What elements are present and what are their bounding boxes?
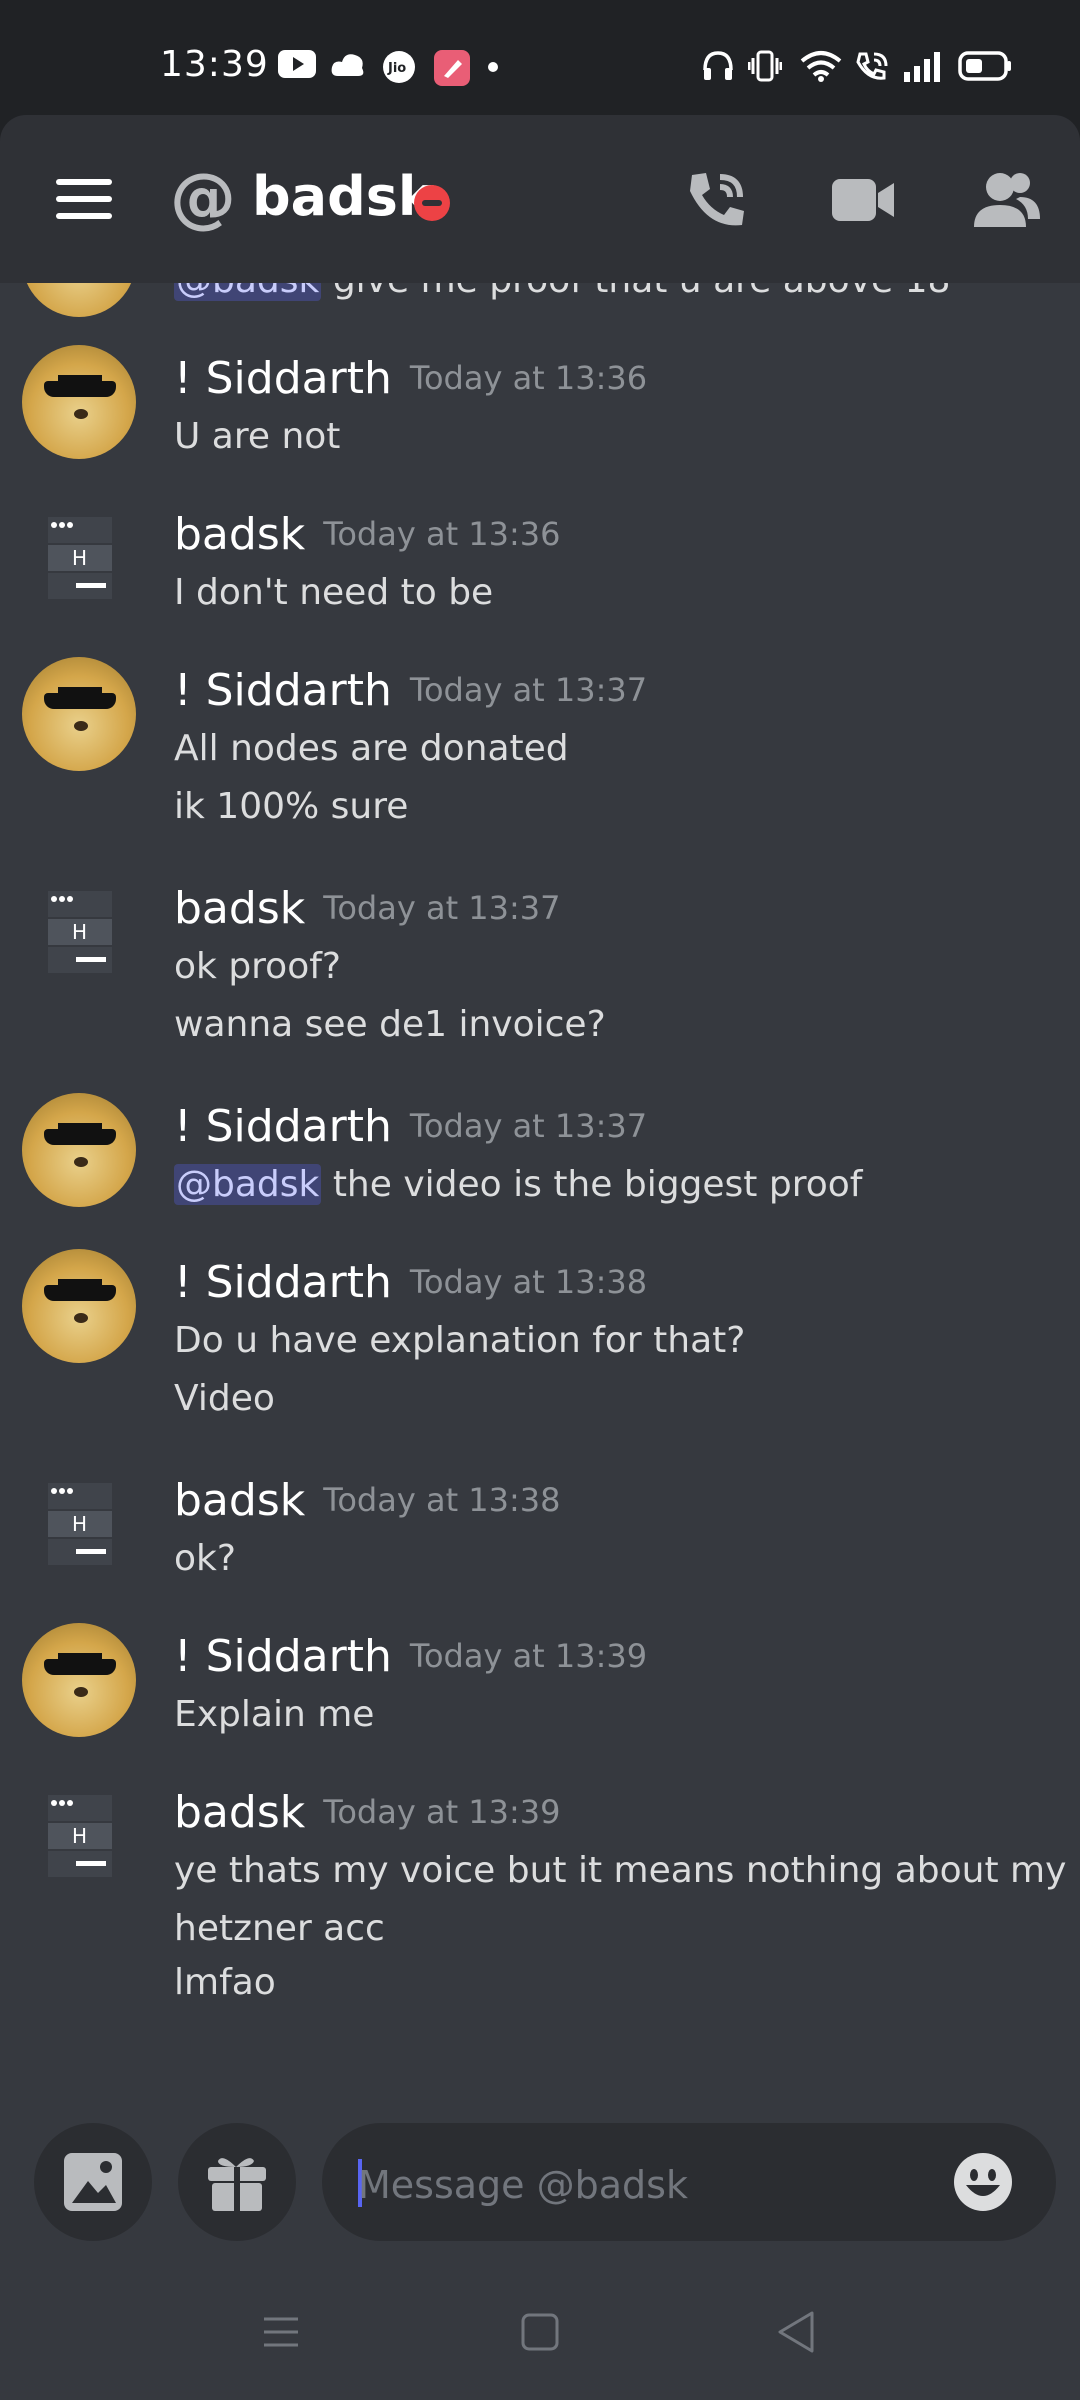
voice-call-button[interactable]	[682, 165, 752, 235]
message-line: I don't need to be	[174, 572, 494, 613]
message-timestamp: Today at 13:39	[409, 1637, 648, 1675]
message-timestamp: Today at 13:36	[323, 515, 561, 553]
battery-icon	[958, 51, 1011, 81]
message-author[interactable]: ! Siddarth Today at 13:39	[174, 1635, 647, 1679]
message-line: @badsk the video is the biggest proof	[174, 1164, 863, 1205]
message-line: All nodes are donated	[174, 728, 569, 769]
message-author[interactable]: badsk Today at 13:39	[174, 1791, 561, 1835]
message-line: Video	[174, 1378, 275, 1419]
gift-icon	[208, 2158, 266, 2211]
channel-header: @ badsk	[0, 115, 1080, 283]
message-timestamp: Today at 13:38	[409, 1263, 648, 1301]
message-line: hetzner acc	[174, 1908, 385, 1949]
svg-text:H: H	[72, 920, 87, 944]
jio-icon: Jio	[383, 51, 415, 83]
message-line: wanna see de1 invoice?	[174, 1004, 606, 1045]
message-line: Explain me	[174, 1694, 375, 1735]
avatar[interactable]	[22, 657, 136, 771]
message-line: @badsk give me proof that u are above 18	[174, 283, 950, 301]
avatar[interactable]	[22, 283, 136, 317]
image-icon	[64, 2153, 122, 2211]
message-line: ye thats my voice but it means nothing a…	[174, 1850, 1067, 1891]
svg-text:H: H	[72, 546, 87, 570]
message-line: U are not	[174, 416, 341, 457]
user-mention[interactable]: @badsk	[174, 283, 322, 301]
message-author[interactable]: ! Siddarth Today at 13:37	[174, 1105, 647, 1149]
message-timestamp: Today at 13:37	[409, 671, 648, 709]
message-author[interactable]: badsk Today at 13:36	[174, 513, 561, 557]
message-line: lmfao	[174, 1962, 276, 2003]
message-composer: Message @badsk	[0, 2093, 1080, 2263]
message-author[interactable]: ! Siddarth Today at 13:36	[174, 357, 647, 401]
message-line: Do u have explanation for that?	[174, 1320, 746, 1361]
vibrate-icon	[748, 50, 782, 82]
message-timestamp: Today at 13:39	[323, 1793, 561, 1831]
image-upload-button[interactable]	[34, 2123, 152, 2241]
signal-icon	[904, 52, 940, 82]
user-mention[interactable]: @badsk	[174, 1164, 322, 1205]
svg-text:H: H	[72, 1512, 87, 1536]
at-icon: @	[170, 159, 236, 236]
members-button[interactable]	[972, 165, 1042, 235]
recents-nav-icon[interactable]	[256, 2307, 306, 2357]
svg-text:H: H	[72, 1824, 87, 1848]
message-line: ok proof?	[174, 946, 342, 987]
video-call-button[interactable]	[828, 165, 898, 235]
avatar[interactable]	[22, 345, 136, 459]
emoji-icon[interactable]	[952, 2151, 1014, 2213]
server-avatar-icon[interactable]: H	[22, 875, 136, 989]
message-timestamp: Today at 13:38	[323, 1481, 561, 1519]
message-author[interactable]: badsk Today at 13:37	[174, 887, 561, 931]
wifi-call-icon	[856, 52, 888, 80]
message-timestamp: Today at 13:37	[409, 1107, 648, 1145]
channel-name: badsk	[252, 165, 434, 228]
server-avatar-icon[interactable]: H	[22, 501, 136, 615]
svg-text:Jio: Jio	[387, 61, 406, 76]
message-author[interactable]: badsk Today at 13:38	[174, 1479, 561, 1523]
avatar[interactable]	[22, 1623, 136, 1737]
youtube-icon	[278, 50, 316, 78]
message-list[interactable]: @badsk give me proof that u are above 18…	[0, 283, 1080, 2093]
status-bar: 13:39 Jio	[0, 0, 1080, 115]
message-input-placeholder: Message @badsk	[358, 2163, 688, 2207]
status-time: 13:39	[160, 44, 269, 85]
cloud-game-icon	[331, 54, 364, 76]
message-author[interactable]: ! Siddarth Today at 13:37	[174, 669, 647, 713]
message-author[interactable]: ! Siddarth Today at 13:38	[174, 1261, 647, 1305]
dot-icon	[488, 62, 498, 72]
message-timestamp: Today at 13:37	[323, 889, 561, 927]
server-avatar-icon[interactable]: H	[22, 1779, 136, 1893]
message-line: ok?	[174, 1538, 236, 1579]
message-input[interactable]: Message @badsk	[322, 2123, 1056, 2241]
message-timestamp: Today at 13:36	[409, 359, 648, 397]
headphones-icon	[703, 51, 733, 80]
system-nav-bar	[0, 2263, 1080, 2400]
server-avatar-icon[interactable]: H	[22, 1467, 136, 1581]
menu-icon[interactable]	[56, 179, 112, 219]
home-nav-icon[interactable]	[515, 2307, 565, 2357]
back-nav-icon[interactable]	[772, 2307, 822, 2357]
gift-button[interactable]	[178, 2123, 296, 2241]
avatar[interactable]	[22, 1249, 136, 1363]
avatar[interactable]	[22, 1093, 136, 1207]
message-line: ik 100% sure	[174, 786, 409, 827]
app-icon	[434, 50, 470, 86]
dnd-status-icon	[414, 185, 450, 221]
wifi-icon	[800, 51, 842, 82]
